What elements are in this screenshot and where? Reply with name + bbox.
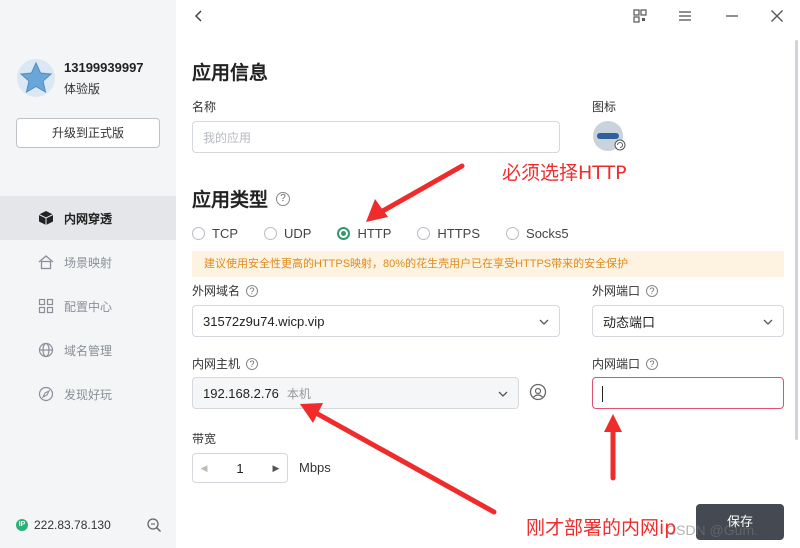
bandwidth-stepper[interactable]: ◀ 1 ▶ xyxy=(192,453,288,483)
internal-port-input[interactable] xyxy=(592,377,784,409)
help-icon[interactable]: ? xyxy=(276,191,291,206)
external-port-label: 外网端口 ? xyxy=(592,282,659,299)
globe-icon xyxy=(38,342,54,358)
annotation-arrow-port-head xyxy=(604,414,622,432)
app-name-placeholder: 我的应用 xyxy=(203,130,252,145)
radio-http[interactable]: HTTP xyxy=(337,226,391,241)
radio-circle-icon xyxy=(264,227,277,240)
user-name: 13199939997 xyxy=(64,60,144,75)
user-plan: 体验版 xyxy=(64,82,101,96)
app-type-title-text: 应用类型 xyxy=(192,190,269,211)
sidebar-item-label: 场景映射 xyxy=(64,255,113,270)
annotation-http-note: 必须选择HTTP xyxy=(502,162,627,184)
bandwidth-unit: Mbps xyxy=(299,460,331,475)
compass-icon xyxy=(38,386,54,402)
help-icon[interactable]: ? xyxy=(246,357,259,370)
app-info-title: 应用信息 xyxy=(192,63,269,84)
external-domain-value: 31572z9u74.wicp.vip xyxy=(203,313,325,329)
sidebar-item-discover[interactable]: 发现好玩 xyxy=(0,372,176,416)
refresh-icon[interactable] xyxy=(146,517,162,533)
chevron-down-icon xyxy=(539,319,549,325)
internal-host-label: 内网主机 ? xyxy=(192,355,259,372)
app-icon-picker[interactable] xyxy=(592,120,626,154)
star-avatar-icon xyxy=(17,59,55,97)
radio-circle-icon xyxy=(506,227,520,240)
grid-icon xyxy=(38,298,54,314)
sidebar-item-intranet[interactable]: 内网穿透 xyxy=(0,196,176,240)
sidebar-item-label: 配置中心 xyxy=(64,299,113,314)
chevron-down-icon xyxy=(763,319,773,325)
sidebar: 13199939997 体验版 升级到正式版 内网穿透 场景映射 配置中心 域名… xyxy=(0,0,176,548)
watermark: CSDN @Gum. xyxy=(666,522,758,538)
app-name-input[interactable]: 我的应用 xyxy=(192,121,560,153)
annotation-arrow-http xyxy=(378,163,465,215)
external-domain-label: 外网域名 ? xyxy=(192,282,259,299)
local-machine-tag: 本机 xyxy=(286,386,311,401)
menu-icon[interactable] xyxy=(677,8,693,24)
name-label: 名称 xyxy=(192,100,217,114)
annotation-arrow-http-head xyxy=(366,199,388,222)
ip-icon: IP xyxy=(16,519,28,531)
bandwidth-label: 带宽 xyxy=(192,432,217,446)
ip-address: 222.83.78.130 xyxy=(34,518,111,532)
ip-status: IP 222.83.78.130 xyxy=(16,518,111,532)
external-port-value: 动态端口 xyxy=(603,314,656,330)
radio-label: HTTPS xyxy=(437,226,481,241)
help-icon[interactable]: ? xyxy=(646,357,659,370)
annotation-arrow-ip xyxy=(313,410,497,515)
sidebar-item-label: 域名管理 xyxy=(64,343,113,358)
sidebar-nav: 内网穿透 场景映射 配置中心 域名管理 发现好玩 xyxy=(0,196,176,416)
text-caret xyxy=(602,386,603,402)
icon-label: 图标 xyxy=(592,100,617,114)
external-port-label-text: 外网端口 xyxy=(592,284,641,298)
internal-host-select[interactable]: 192.168.2.76 本机 xyxy=(192,377,519,409)
radio-udp[interactable]: UDP xyxy=(264,226,311,241)
chevron-down-icon xyxy=(498,391,508,397)
sidebar-item-config[interactable]: 配置中心 xyxy=(0,284,176,328)
radio-circle-icon xyxy=(192,227,205,240)
scrollbar[interactable] xyxy=(795,40,798,440)
external-domain-label-text: 外网域名 xyxy=(192,284,241,298)
internal-host-label-text: 内网主机 xyxy=(192,357,241,371)
annotation-ip-note: 刚才部署的内网ip xyxy=(526,517,677,539)
cube-icon xyxy=(38,211,54,225)
radio-checked-icon xyxy=(337,227,351,240)
upgrade-button[interactable]: 升级到正式版 xyxy=(16,118,160,148)
increment-arrow-icon[interactable]: ▶ xyxy=(265,463,287,474)
external-port-select[interactable]: 动态端口 xyxy=(592,305,784,337)
app-type-title: 应用类型 ? xyxy=(192,185,291,212)
radio-tcp[interactable]: TCP xyxy=(192,226,238,241)
close-icon[interactable] xyxy=(769,8,785,24)
radio-label: UDP xyxy=(284,226,312,241)
locate-host-icon[interactable] xyxy=(529,383,547,401)
sidebar-item-label: 内网穿透 xyxy=(64,211,113,226)
house-icon xyxy=(38,255,54,270)
sidebar-item-domain[interactable]: 域名管理 xyxy=(0,328,176,372)
radio-label: HTTP xyxy=(357,226,392,241)
help-icon[interactable]: ? xyxy=(646,284,659,297)
radio-https[interactable]: HTTPS xyxy=(417,226,480,241)
sidebar-item-scene[interactable]: 场景映射 xyxy=(0,240,176,284)
internal-host-value: 192.168.2.76 xyxy=(203,385,279,401)
https-warning-banner: 建议使用安全性更高的HTTPS映射，80%的花生壳用户已在享受HTTPS带来的安… xyxy=(192,251,784,277)
qr-code-icon[interactable] xyxy=(632,8,648,24)
decrement-arrow-icon[interactable]: ◀ xyxy=(193,463,215,474)
minimize-icon[interactable] xyxy=(724,8,740,24)
back-arrow-icon[interactable] xyxy=(192,9,206,23)
bandwidth-value: 1 xyxy=(236,460,244,476)
help-icon[interactable]: ? xyxy=(246,284,259,297)
radio-socks5[interactable]: Socks5 xyxy=(506,226,569,241)
internal-port-label-text: 内网端口 xyxy=(592,357,641,371)
radio-circle-icon xyxy=(417,227,431,240)
internal-port-label: 内网端口 ? xyxy=(592,355,659,372)
radio-label: Socks5 xyxy=(526,226,569,241)
sidebar-item-label: 发现好玩 xyxy=(64,387,113,402)
external-domain-select[interactable]: 31572z9u74.wicp.vip xyxy=(192,305,560,337)
app-type-radio-group: TCP UDP HTTP HTTPS Socks5 xyxy=(192,226,595,241)
radio-label: TCP xyxy=(212,226,238,241)
